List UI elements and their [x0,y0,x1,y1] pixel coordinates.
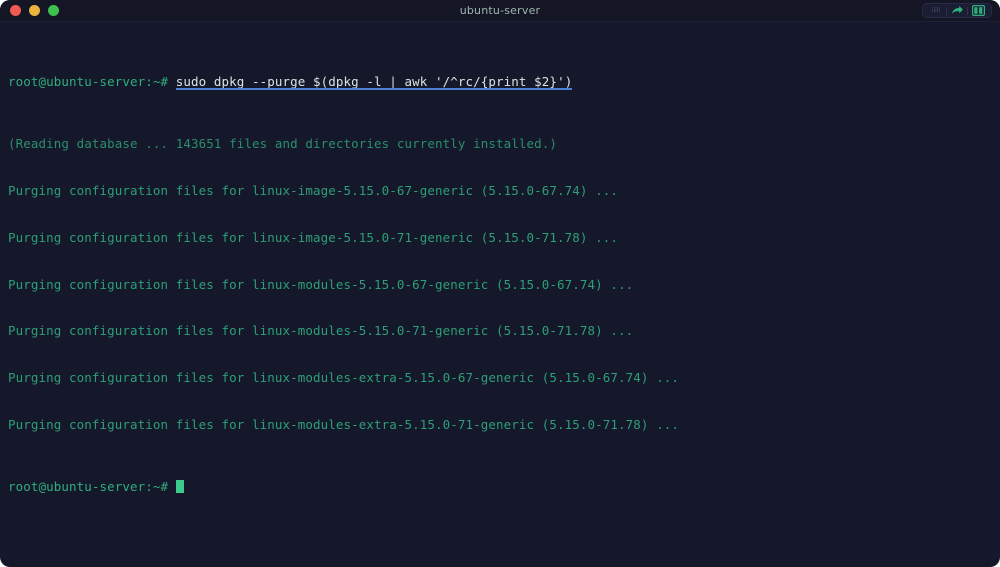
typed-command: sudo dpkg --purge $(dpkg -l | awk '/^rc/… [175,73,573,89]
output-line: (Reading database ... 143651 files and d… [8,136,558,152]
window-title: ubuntu-server [459,4,541,17]
maximize-button[interactable] [48,5,59,16]
share-arrow-icon [951,1,964,20]
split-pane-icon [971,1,985,20]
output-line: Purging configuration files for linux-mo… [8,416,680,432]
share-button[interactable] [947,4,967,17]
command-underline [175,88,573,91]
output-line: Purging configuration files for linux-im… [8,182,619,198]
inspector-button[interactable]: iiiil [926,4,946,17]
close-button[interactable] [10,5,21,16]
titlebar-toolbar: iiiil [922,3,992,18]
window-titlebar: ubuntu-server iiiil [0,0,1000,22]
shell-prompt-active: root@ubuntu-server:~# [8,479,169,495]
typed-command-wrapper: sudo dpkg --purge $(dpkg -l | awk '/^rc/… [175,73,573,91]
terminal-window: ubuntu-server iiiil root@ubuntu-server:~… [0,0,1000,567]
output-line: Purging configuration files for linux-mo… [8,276,634,292]
command-line: root@ubuntu-server:~# sudo dpkg --purge … [8,73,992,91]
shell-prompt: root@ubuntu-server:~# [8,73,169,89]
output-line: Purging configuration files for linux-mo… [8,370,680,386]
terminal-output-area[interactable]: root@ubuntu-server:~# sudo dpkg --purge … [0,22,1000,542]
minimize-button[interactable] [29,5,40,16]
output-line: Purging configuration files for linux-im… [8,229,619,245]
window-controls [0,5,59,16]
inspector-label: iiiil [931,6,941,14]
output-line: Purging configuration files for linux-mo… [8,323,634,339]
split-pane-button[interactable] [968,4,988,17]
active-prompt-line: root@ubuntu-server:~# [8,479,992,495]
text-cursor [175,480,184,494]
